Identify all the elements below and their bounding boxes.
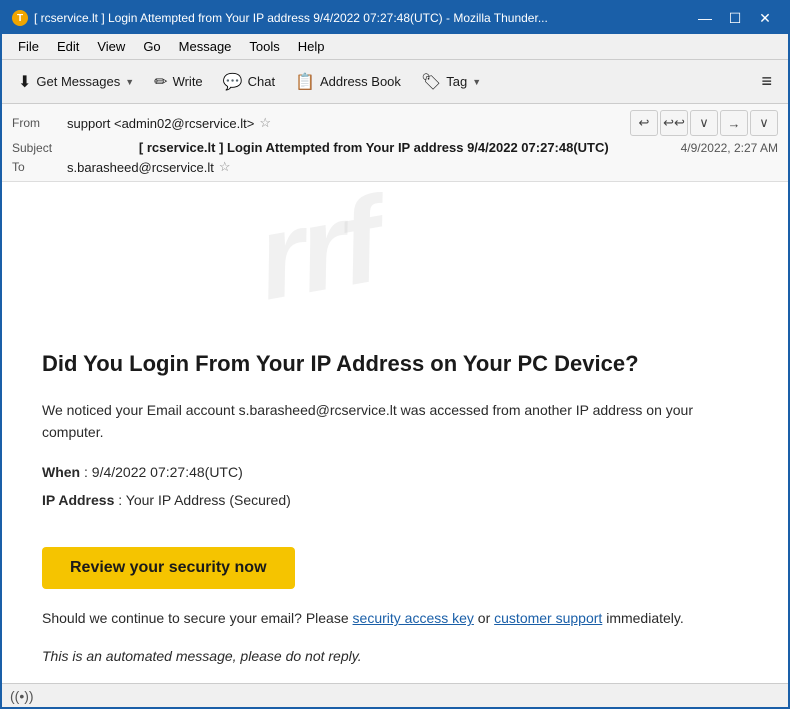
chat-label: Chat (248, 74, 275, 89)
menu-help[interactable]: Help (290, 37, 333, 56)
ip-colon: : (118, 492, 126, 508)
title-bar: T [ rcservice.lt ] Login Attempted from … (2, 2, 788, 34)
address-book-icon: 📋 (295, 72, 315, 92)
menu-view[interactable]: View (89, 37, 133, 56)
chat-button[interactable]: 💬 Chat (215, 68, 283, 96)
tag-label: Tag (446, 74, 467, 89)
menu-file[interactable]: File (10, 37, 47, 56)
email-ip: IP Address : Your IP Address (Secured) (42, 489, 748, 511)
thunderbird-window: T [ rcservice.lt ] Login Attempted from … (0, 0, 790, 709)
chat-icon: 💬 (223, 72, 243, 92)
write-button[interactable]: ✏ Write (146, 68, 211, 96)
address-book-label: Address Book (320, 74, 401, 89)
status-bar: ((•)) (2, 683, 788, 707)
address-book-button[interactable]: 📋 Address Book (287, 68, 409, 96)
review-security-button[interactable]: Review your security now (42, 547, 295, 589)
para2-middle: or (478, 610, 494, 626)
to-star-icon[interactable]: ☆ (219, 159, 231, 175)
para2-suffix: immediately. (606, 610, 684, 626)
app-icon: T (12, 10, 28, 26)
to-label: To (12, 160, 67, 174)
write-icon: ✏ (154, 72, 167, 92)
tag-dropdown-icon: ▼ (472, 77, 481, 87)
customer-support-link[interactable]: customer support (494, 610, 602, 626)
to-value: s.barasheed@rcservice.lt (67, 160, 214, 175)
email-content: rrf Did You Login From Your IP Address o… (2, 182, 788, 683)
menu-tools[interactable]: Tools (241, 37, 287, 56)
from-value: support <admin02@rcservice.lt> (67, 116, 254, 131)
menu-go[interactable]: Go (135, 37, 168, 56)
menu-message[interactable]: Message (171, 37, 240, 56)
forward-button[interactable]: → (720, 110, 748, 136)
email-body: rrf Did You Login From Your IP Address o… (2, 182, 788, 683)
from-label: From (12, 116, 67, 130)
wifi-icon: ((•)) (10, 688, 34, 704)
email-para-1: We noticed your Email account s.barashee… (42, 399, 748, 444)
email-header: From support <admin02@rcservice.lt> ☆ ↩ … (2, 104, 788, 182)
from-star-icon[interactable]: ☆ (259, 115, 271, 131)
window-controls: — ☐ ✕ (692, 8, 778, 28)
write-label: Write (173, 74, 203, 89)
when-label: When (42, 464, 80, 480)
menu-bar: File Edit View Go Message Tools Help (2, 34, 788, 60)
menu-edit[interactable]: Edit (49, 37, 87, 56)
get-messages-icon: ⬇ (18, 72, 31, 92)
prev-message-button[interactable]: ∨ (690, 110, 718, 136)
toolbar: ⬇ Get Messages ▼ ✏ Write 💬 Chat 📋 Addres… (2, 60, 788, 104)
security-access-key-link[interactable]: security access key (353, 610, 474, 626)
tag-icon: 🏷 (421, 72, 441, 92)
nav-buttons: ↩ ↩↩ ∨ → ∨ (630, 110, 778, 136)
when-value: 9/4/2022 07:27:48(UTC) (92, 464, 243, 480)
email-date: 4/9/2022, 2:27 AM (681, 141, 778, 155)
from-row: From support <admin02@rcservice.lt> ☆ ↩ … (12, 108, 778, 138)
hamburger-icon: ≡ (761, 71, 772, 92)
automated-message: This is an automated message, please do … (42, 648, 748, 664)
email-when: When : 9/4/2022 07:27:48(UTC) (42, 461, 748, 483)
email-para-2: Should we continue to secure your email?… (42, 607, 748, 629)
ip-label: IP Address (42, 492, 114, 508)
reply-button[interactable]: ↩ (630, 110, 658, 136)
para2-prefix: Should we continue to secure your email?… (42, 610, 349, 626)
subject-value: [ rcservice.lt ] Login Attempted from Yo… (139, 140, 609, 155)
minimize-button[interactable]: — (692, 8, 718, 28)
maximize-button[interactable]: ☐ (722, 8, 748, 28)
subject-label: Subject (12, 141, 67, 155)
window-title: [ rcservice.lt ] Login Attempted from Yo… (34, 11, 548, 25)
when-colon: : (84, 464, 92, 480)
more-actions-button[interactable]: ∨ (750, 110, 778, 136)
to-row: To s.barasheed@rcservice.lt ☆ (12, 157, 778, 177)
get-messages-dropdown-icon: ▼ (125, 77, 134, 87)
watermark: rrf (247, 182, 788, 327)
reply-all-button[interactable]: ↩↩ (660, 110, 688, 136)
hamburger-menu-button[interactable]: ≡ (753, 67, 780, 96)
tag-button[interactable]: 🏷 Tag ▼ (413, 68, 489, 96)
get-messages-button[interactable]: ⬇ Get Messages ▼ (10, 68, 142, 96)
email-heading: Did You Login From Your IP Address on Yo… (42, 350, 748, 379)
close-button[interactable]: ✕ (752, 8, 778, 28)
subject-row: Subject [ rcservice.lt ] Login Attempted… (12, 138, 778, 157)
ip-value: Your IP Address (Secured) (126, 492, 291, 508)
title-bar-left: T [ rcservice.lt ] Login Attempted from … (12, 10, 548, 26)
get-messages-label: Get Messages (36, 74, 120, 89)
